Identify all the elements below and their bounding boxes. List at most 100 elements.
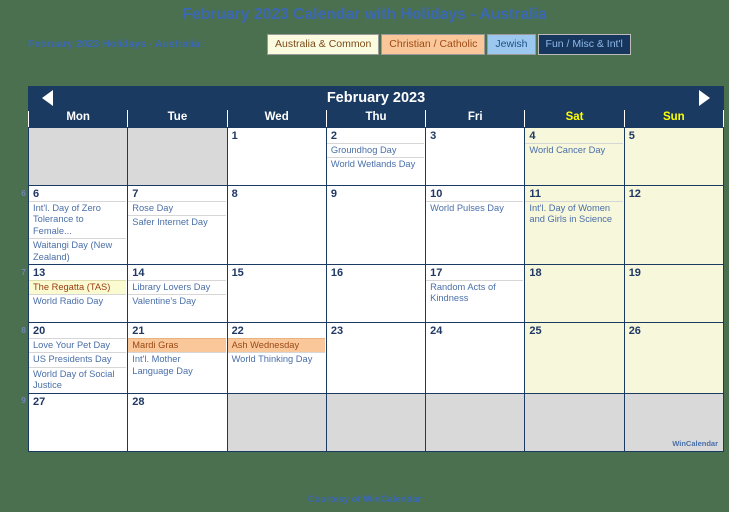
calendar-day-cell[interactable]: 11 Int'l. Day of Women and Girls in Scien… (524, 184, 625, 266)
holiday-event[interactable]: Safer Internet Day (128, 215, 226, 229)
holiday-event[interactable]: World Radio Day (29, 294, 127, 308)
calendar-day-cell[interactable]: 16 (325, 264, 427, 324)
legend-button-fun[interactable]: Fun / Misc & Int'l (537, 34, 631, 55)
holiday-event[interactable]: US Presidents Day (29, 352, 127, 366)
day-events: Int'l. Day of Zero Tolerance to Female..… (29, 201, 127, 264)
day-number: 13 (33, 267, 46, 280)
calendar-day-cell[interactable]: 17 Random Acts of Kindness (425, 264, 526, 324)
calendar-day-cell[interactable]: 8 (226, 184, 327, 266)
week-number: 7 (21, 266, 26, 277)
footer-credit: Courtesy of WinCalendar (0, 494, 729, 505)
holiday-event[interactable]: Ash Wednesday (227, 338, 325, 353)
day-number: 7 (132, 188, 139, 200)
calendar-day-cell[interactable]: 10 World Pulses Day (425, 184, 526, 266)
holiday-event[interactable]: The Regatta (TAS) (29, 280, 127, 295)
calendar-day-cell[interactable]: 9 (325, 184, 427, 266)
calendar-week-row: 6 Int'l. Day of Zero Tolerance to Female.… (27, 184, 725, 266)
holiday-event[interactable]: Int'l. Day of Women and Girls in Science (525, 201, 623, 227)
legend-button-group: Australia & Common Christian / Catholic Je… (267, 34, 631, 55)
holiday-event[interactable]: Library Lovers Day (128, 280, 226, 294)
footer-brand: WinCalendar (363, 494, 422, 505)
week-number: 9 (21, 395, 26, 406)
legend-button-christian[interactable]: Christian / Catholic (381, 34, 486, 55)
calendar-day-cell[interactable]: 6 Int'l. Day of Zero Tolerance to Female.… (27, 184, 129, 266)
holiday-event[interactable]: Groundhog Day (326, 143, 425, 157)
holiday-event[interactable]: World Wetlands Day (326, 157, 425, 171)
weekday-header-sun: Sun (623, 110, 725, 128)
calendar-day-cell[interactable]: 23 (325, 322, 427, 394)
next-month-arrow-icon[interactable] (699, 90, 710, 106)
holiday-event[interactable]: World Cancer Day (525, 143, 623, 157)
day-events: World Pulses Day (426, 201, 524, 215)
page-title: February 2023 Calendar with Holidays - A… (182, 6, 547, 23)
day-number: 23 (330, 325, 344, 338)
weekday-header-row: Mon Tue Wed Thu Fri Sat Sun (27, 110, 725, 128)
calendar-day-cell[interactable]: 24 (425, 322, 526, 394)
holiday-event[interactable]: World Pulses Day (426, 201, 524, 215)
prev-month-arrow-icon[interactable] (42, 90, 53, 106)
weekday-header-sat: Sat (524, 110, 625, 128)
day-number: 27 (33, 395, 46, 408)
day-number: 18 (529, 267, 542, 280)
day-number: 8 (231, 188, 238, 200)
calendar-day-cell[interactable]: 28 (127, 392, 228, 452)
day-number: 21 (132, 325, 145, 338)
day-events: The Regatta (TAS) World Radio Day (29, 280, 127, 309)
calendar-week-row: 27 28 (27, 392, 725, 452)
holiday-event[interactable]: Love Your Pet Day (29, 338, 127, 352)
calendar-cell-empty (226, 392, 327, 452)
day-number: 16 (330, 267, 344, 280)
calendar-day-cell[interactable]: 21 Mardi Gras Int'l. Mother Language Day (127, 322, 228, 394)
day-number: 20 (33, 325, 46, 338)
calendar-day-cell[interactable]: 4 World Cancer Day (524, 127, 625, 186)
calendar-day-cell[interactable]: 13 The Regatta (TAS) World Radio Day (27, 264, 129, 324)
calendar-day-cell[interactable]: 26 (623, 322, 725, 394)
day-number: 28 (132, 395, 145, 408)
holiday-event[interactable]: World Thinking Day (227, 352, 325, 366)
day-number: 11 (529, 188, 542, 200)
calendar-day-cell[interactable]: 7 Rose Day Safer Internet Day (127, 184, 228, 266)
calendar-week-row: 1 2 Groundhog Day World Wetlands Day 3 4 World… (27, 127, 725, 186)
legend-button-common[interactable]: Australia & Common (267, 34, 380, 55)
calendar-day-cell[interactable]: 1 (226, 127, 327, 186)
calendar-cell-empty (27, 127, 129, 186)
calendar-day-cell[interactable]: 18 (524, 264, 625, 324)
calendar-day-cell[interactable]: 19 (623, 264, 725, 324)
calendar-day-cell[interactable]: 20 Love Your Pet Day US Presidents Day Worl… (27, 322, 129, 394)
month-title: February 2023 (326, 90, 426, 106)
day-number: 24 (430, 325, 443, 338)
calendar-header: February 2023 (28, 86, 724, 110)
calendar-day-cell[interactable]: 14 Library Lovers Day Valentine's Day (127, 264, 228, 324)
day-number: 6 (33, 188, 40, 200)
holiday-event[interactable]: Int'l. Day of Zero Tolerance to Female..… (29, 201, 127, 238)
holiday-event[interactable]: Mardi Gras (128, 338, 226, 353)
weekday-header-wed: Wed (226, 110, 327, 128)
day-number: 10 (430, 188, 443, 200)
holiday-event[interactable]: Rose Day (128, 201, 226, 215)
day-number: 3 (430, 130, 437, 142)
calendar-day-cell[interactable]: 5 (623, 127, 725, 186)
calendar-day-cell[interactable]: 22 Ash Wednesday World Thinking Day (226, 322, 327, 394)
day-number: 17 (430, 267, 443, 280)
holiday-event[interactable]: Waitangi Day (New Zealand) (29, 238, 127, 264)
calendar-grid: Mon Tue Wed Thu Fri Sat Sun 1 2 Groundhog Day Wor… (27, 110, 725, 452)
legend-button-jewish[interactable]: Jewish (487, 34, 536, 55)
calendar-day-cell[interactable]: 2 Groundhog Day World Wetlands Day (325, 127, 427, 186)
day-number: 25 (529, 325, 542, 338)
calendar-day-cell[interactable]: 27 (27, 392, 129, 452)
calendar-day-cell[interactable]: 15 (226, 264, 327, 324)
day-events: World Cancer Day (525, 143, 623, 157)
day-number: 9 (330, 188, 337, 200)
holiday-event[interactable]: World Day of Social Justice (29, 366, 127, 393)
legend-label: February 2023 Holidays - Australia: (28, 38, 204, 50)
calendar-day-cell[interactable]: 3 (425, 127, 526, 186)
holiday-event[interactable]: Int'l. Mother Language Day (128, 352, 226, 378)
calendar-day-cell[interactable]: 12 (623, 184, 725, 266)
day-number: 1 (231, 130, 238, 142)
day-number: 5 (628, 130, 635, 142)
day-events: Ash Wednesday World Thinking Day (227, 338, 326, 367)
calendar-day-cell[interactable]: 25 (524, 322, 625, 394)
day-number: 19 (628, 267, 641, 280)
holiday-event[interactable]: Valentine's Day (128, 294, 226, 308)
holiday-event[interactable]: Random Acts of Kindness (426, 280, 524, 306)
